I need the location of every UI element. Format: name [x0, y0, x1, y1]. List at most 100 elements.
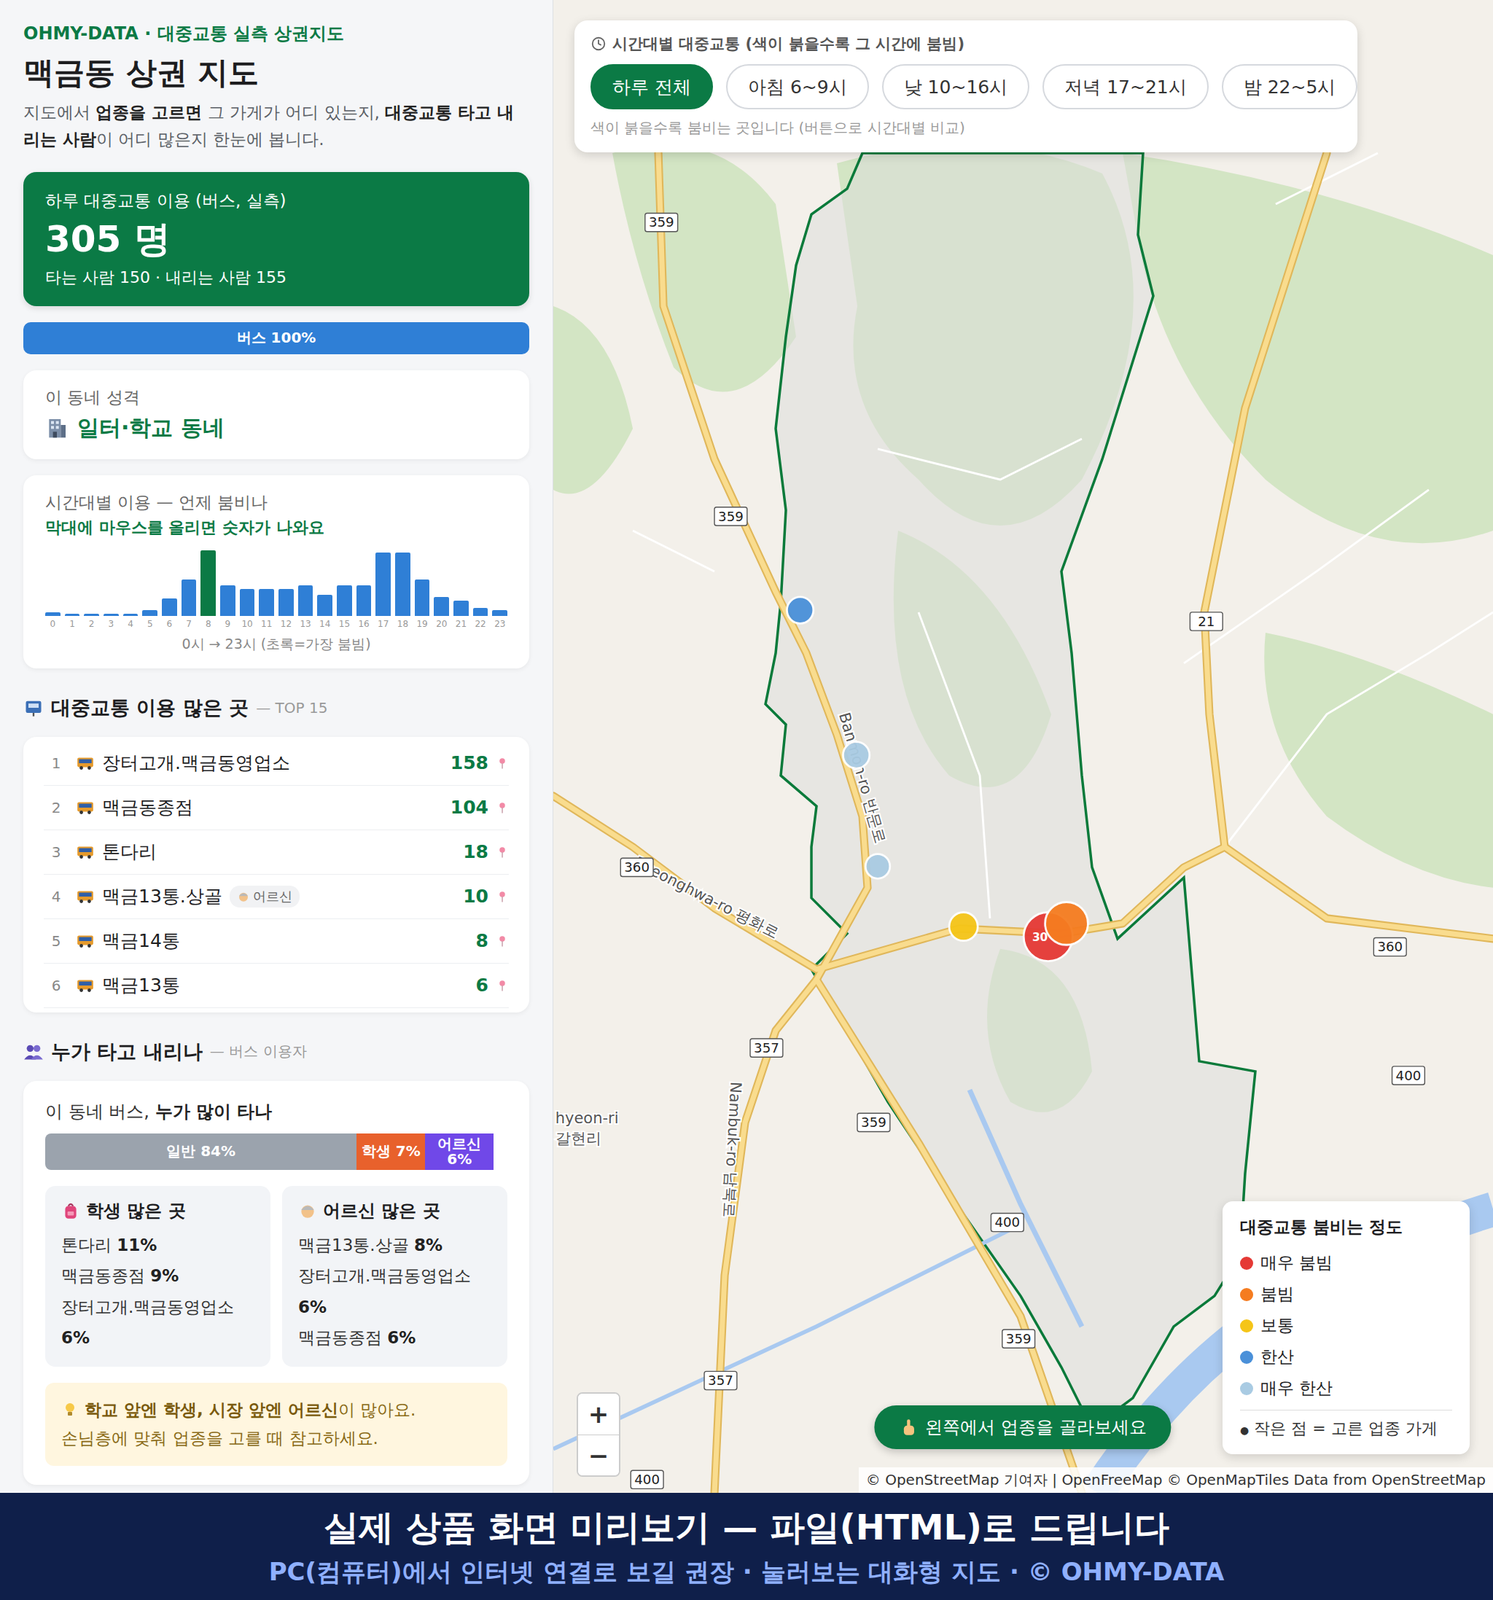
hour-tick: 9: [220, 618, 236, 630]
hour-bar[interactable]: [317, 594, 333, 617]
hour-tick: 19: [414, 618, 431, 630]
pin-icon[interactable]: [495, 888, 509, 905]
riders-segment: 어르신 6%: [425, 1133, 494, 1171]
summary-value: 305 명: [45, 215, 508, 264]
chart-hint: 막대에 마우스를 올리면 숫자가 나와요: [45, 516, 508, 539]
pointing-hand-icon: [898, 1417, 918, 1437]
hour-bar[interactable]: [200, 550, 216, 617]
stop-name: 장터고개.맥금동영업소: [102, 750, 291, 775]
hour-tick: 3: [103, 618, 119, 630]
stop-marker[interactable]: [865, 854, 891, 880]
hour-bar[interactable]: [142, 610, 158, 617]
mode-fill: 버스 100%: [23, 322, 530, 355]
pin-icon[interactable]: [495, 933, 509, 950]
route-shield: 357: [750, 1038, 783, 1058]
hour-bar[interactable]: [83, 613, 100, 617]
bus-icon: [75, 798, 95, 818]
time-button[interactable]: 밤 22~5시: [1221, 64, 1359, 110]
place-item: 장터고개.맥금동영업소 6%: [298, 1260, 492, 1323]
pin-icon[interactable]: [495, 844, 509, 861]
hour-bar[interactable]: [395, 552, 411, 617]
hour-bar[interactable]: [278, 589, 294, 617]
hour-bar[interactable]: [453, 600, 469, 617]
bulb-icon: [61, 1401, 79, 1419]
place-item: 맥금동종점 6%: [298, 1322, 492, 1354]
hour-bar[interactable]: [336, 585, 353, 617]
hour-bar[interactable]: [356, 585, 372, 617]
svg-text:30: 30: [1032, 930, 1048, 945]
stop-row[interactable]: 2맥금동종점104: [43, 785, 509, 831]
time-button[interactable]: 아침 6~9시: [726, 64, 869, 110]
time-panel: 시간대별 대중교통 (색이 붉을수록 그 시간에 붐빔) 하루 전체 아침 6~9시…: [574, 20, 1358, 153]
stop-marker[interactable]: [786, 597, 813, 624]
stop-name: 맥금13통: [102, 973, 181, 998]
toast[interactable]: 왼쪽에서 업종을 골라보세요: [874, 1405, 1171, 1450]
hour-bar[interactable]: [492, 610, 508, 617]
top-stops-list: 1장터고개.맥금동영업소1582맥금동종점1043톤다리184맥금13통.상골어…: [23, 737, 530, 1013]
pin-icon[interactable]: [495, 755, 509, 772]
route-shield: 21: [1189, 612, 1223, 631]
hour-tick: 8: [200, 618, 216, 630]
legend-footer: ● 작은 점 = 고른 업종 가게: [1240, 1409, 1453, 1440]
people-icon: [23, 1041, 44, 1063]
hour-bar[interactable]: [123, 613, 139, 617]
legend-item: 매우 한산: [1240, 1372, 1453, 1405]
summary-card: 하루 대중교통 이용 (버스, 실측)305 명타는 사람 150 · 내리는 …: [23, 172, 530, 307]
hour-bar[interactable]: [258, 589, 275, 617]
hour-tick: 15: [336, 618, 353, 630]
stop-rank: 4: [43, 887, 69, 906]
time-panel-hint: 색이 붉을수록 붐비는 곳입니다 (버튼으로 시간대별 비교): [590, 118, 1342, 138]
time-panel-title: 시간대별 대중교통 (색이 붉을수록 그 시간에 붐빔): [590, 33, 1342, 54]
pin-icon[interactable]: [495, 799, 509, 816]
route-shield: 360: [1373, 937, 1407, 956]
riders-segment: 학생 7%: [356, 1133, 426, 1171]
legend-item: 보통: [1240, 1310, 1453, 1342]
legend-item: 매우 붐빔: [1240, 1247, 1453, 1279]
hour-tick: 13: [298, 618, 314, 630]
time-button[interactable]: 하루 전체: [590, 64, 713, 110]
hour-tick: 5: [142, 618, 158, 630]
riders-segment: 일반 84%: [45, 1133, 357, 1171]
stop-marker[interactable]: [949, 911, 978, 941]
legend-title: 대중교통 붐비는 정도: [1240, 1215, 1453, 1239]
stop-row[interactable]: 3톤다리18: [43, 830, 509, 875]
stop-rank: 6: [43, 976, 69, 995]
hour-tick: 12: [278, 618, 294, 630]
hour-bar[interactable]: [473, 607, 489, 617]
legend-item: 한산: [1240, 1341, 1453, 1373]
time-button[interactable]: 저녁 17~21시: [1042, 64, 1209, 110]
hour-bar[interactable]: [433, 597, 450, 617]
zoom-button[interactable]: +: [578, 1393, 619, 1435]
svg-text:359: 359: [718, 508, 744, 525]
hour-bar[interactable]: [161, 598, 178, 617]
time-button[interactable]: 낮 10~16시: [882, 64, 1031, 110]
hour-bar[interactable]: [298, 585, 314, 617]
zoom-button[interactable]: −: [578, 1434, 619, 1476]
hour-bar[interactable]: [239, 589, 256, 617]
hour-tick: 11: [258, 618, 275, 630]
hour-bar[interactable]: [181, 579, 197, 617]
hour-bar[interactable]: [64, 613, 81, 617]
legend: 대중교통 붐비는 정도매우 붐빔붐빔보통한산매우 한산● 작은 점 = 고른 업…: [1222, 1201, 1470, 1455]
svg-text:400: 400: [1396, 1067, 1422, 1084]
stop-row[interactable]: 5맥금14통8: [43, 919, 509, 964]
stop-marker[interactable]: [842, 742, 869, 769]
hour-tick: 6: [161, 618, 178, 630]
hour-bar[interactable]: [414, 579, 431, 617]
pin-icon[interactable]: [495, 977, 509, 994]
hour-bar[interactable]: [103, 613, 119, 617]
attribution: © OpenStreetMap 기여자 | OpenFreeMap © Open…: [858, 1467, 1493, 1493]
stop-row[interactable]: 1장터고개.맥금동영업소158: [43, 741, 509, 786]
brand: OHMY-DATA · 대중교통 실측 상권지도: [23, 21, 530, 46]
map[interactable]: Pyeonghwa-ro 평화로Banmon-ro 반문로Nambuk-ro 남…: [553, 0, 1493, 1493]
stop-row[interactable]: 4맥금13통.상골어르신10: [43, 874, 509, 920]
elder-icon: [298, 1201, 318, 1221]
stop-count: 104: [450, 796, 489, 818]
hour-bar[interactable]: [45, 612, 61, 617]
street-label: 갈현리: [555, 1129, 602, 1148]
hour-bar[interactable]: [220, 585, 236, 617]
hour-bar[interactable]: [375, 552, 391, 617]
chart-title: 시간대별 이용 — 언제 붐비나: [45, 491, 508, 514]
stop-marker[interactable]: [1045, 901, 1089, 945]
stop-row[interactable]: 6맥금13통6: [43, 963, 509, 1009]
